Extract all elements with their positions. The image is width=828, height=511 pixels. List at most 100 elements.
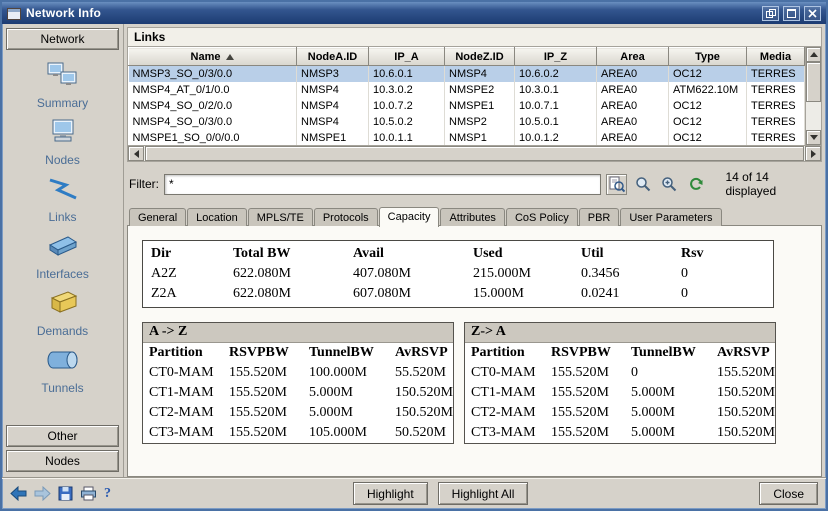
column-header-avrsvp: AvRSVP (711, 343, 775, 363)
back-icon[interactable] (10, 486, 27, 501)
cell: 155.520M (545, 363, 625, 383)
zoom-icon[interactable] (659, 174, 680, 195)
help-icon[interactable]: ? (104, 486, 111, 502)
sort-ascending-icon (226, 54, 234, 60)
partition-tables: A -> Z PartitionRSVPBWTunnelBWAvRSVP CT0… (142, 322, 809, 444)
highlight-button[interactable]: Highlight (353, 482, 428, 505)
cell: NMSP4_SO_0/3/0.0 (129, 114, 297, 130)
scroll-right-button[interactable] (805, 146, 821, 161)
network-button[interactable]: Network (6, 28, 119, 50)
summary-icon (46, 61, 80, 94)
print-icon[interactable] (80, 486, 97, 501)
links-icon (46, 175, 80, 208)
horizontal-scrollbar[interactable] (127, 146, 822, 162)
cell: 155.520M (545, 423, 625, 443)
cell: 622.080M (227, 284, 347, 304)
close-button[interactable]: Close (759, 482, 818, 505)
vertical-scrollbar-thumb[interactable] (806, 62, 821, 102)
sidebar-item-links[interactable]: Links (6, 175, 119, 224)
column-header-media[interactable]: Media (747, 48, 805, 66)
column-header-name[interactable]: Name (129, 48, 297, 66)
demands-icon (46, 289, 80, 322)
cell: 0 (675, 264, 771, 284)
column-header-avrsvp: AvRSVP (389, 343, 453, 363)
refresh-icon[interactable] (685, 174, 706, 195)
cell: 10.0.7.2 (369, 98, 445, 114)
column-header-nodez-id[interactable]: NodeZ.ID (445, 48, 515, 66)
cell: OC12 (669, 66, 747, 82)
cell: CT0-MAM (143, 363, 223, 383)
tab-cos-policy[interactable]: CoS Policy (506, 208, 578, 226)
sidebar-item-interfaces[interactable]: Interfaces (6, 232, 119, 281)
tunnels-icon (46, 346, 80, 379)
filter-input[interactable] (164, 174, 601, 195)
cell: 10.0.1.2 (515, 130, 597, 146)
cell: 155.520M (223, 383, 303, 403)
cell: 10.5.0.1 (515, 114, 597, 130)
tab-user-parameters[interactable]: User Parameters (620, 208, 721, 226)
column-header-util: Util (575, 244, 675, 264)
scroll-left-button[interactable] (128, 146, 144, 161)
cell: NMSP1 (445, 130, 515, 146)
link-row[interactable]: NMSPE1_SO_0/0/0.0NMSPE110.0.1.1NMSP110.0… (129, 130, 805, 146)
tab-pbr[interactable]: PBR (579, 208, 620, 226)
nodes-icon (46, 118, 80, 151)
scroll-up-button[interactable] (806, 47, 821, 62)
cell: 5.000M (303, 403, 389, 423)
cell: NMSPE1 (297, 130, 369, 146)
cell: Z2A (145, 284, 227, 304)
column-header-ip-a[interactable]: IP_A (369, 48, 445, 66)
links-panel-title: Links (127, 27, 822, 47)
column-header-area[interactable]: Area (597, 48, 669, 66)
tab-protocols[interactable]: Protocols (314, 208, 378, 226)
forward-icon[interactable] (34, 486, 51, 501)
column-header-rsvpbw: RSVPBW (545, 343, 625, 363)
cell: CT2-MAM (143, 403, 223, 423)
cell: 150.520M (389, 403, 453, 423)
preview-search-icon[interactable] (606, 174, 627, 195)
link-row[interactable]: NMSP4_SO_0/2/0.0NMSP410.0.7.2NMSPE110.0.… (129, 98, 805, 114)
cell: NMSP4 (297, 98, 369, 114)
tab-attributes[interactable]: Attributes (440, 208, 504, 226)
tab-bar: GeneralLocationMPLS/TEProtocolsCapacityA… (127, 205, 822, 226)
search-icon[interactable] (632, 174, 653, 195)
partition-row: CT3-MAM155.520M5.000M150.520M (465, 423, 775, 443)
link-row[interactable]: NMSP3_SO_0/3/0.0NMSP310.6.0.1NMSP410.6.0… (129, 66, 805, 82)
sidebar-item-label: Nodes (45, 153, 80, 167)
cell: 0.3456 (575, 264, 675, 284)
title-bar[interactable]: Network Info (2, 2, 826, 24)
column-header-ip-z[interactable]: IP_Z (515, 48, 597, 66)
close-icon[interactable] (804, 6, 821, 21)
detach-icon[interactable] (762, 6, 779, 21)
cell: A2Z (145, 264, 227, 284)
tab-mpls-te[interactable]: MPLS/TE (248, 208, 313, 226)
sidebar-item-nodes[interactable]: Nodes (6, 118, 119, 167)
za-header-row: PartitionRSVPBWTunnelBWAvRSVP (465, 343, 775, 363)
scroll-down-button[interactable] (806, 130, 821, 145)
maximize-icon[interactable] (783, 6, 800, 21)
cell: 150.520M (711, 423, 775, 443)
links-panel: Links NameNodeA.IDIP_ANodeZ.IDIP_ZAreaTy… (124, 24, 826, 477)
save-icon[interactable] (58, 486, 73, 501)
tab-capacity[interactable]: Capacity (379, 207, 440, 227)
filter-label: Filter: (129, 177, 159, 191)
column-header-avail: Avail (347, 244, 467, 264)
horizontal-scrollbar-thumb[interactable] (145, 146, 804, 161)
other-button[interactable]: Other (6, 425, 119, 447)
column-header-type[interactable]: Type (669, 48, 747, 66)
cell: 155.520M (223, 363, 303, 383)
link-row[interactable]: NMSP4_SO_0/3/0.0NMSP410.5.0.2NMSP210.5.0… (129, 114, 805, 130)
tab-location[interactable]: Location (187, 208, 247, 226)
sidebar-item-demands[interactable]: Demands (6, 289, 119, 338)
cell: NMSP4 (445, 66, 515, 82)
link-row[interactable]: NMSP4_AT_0/1/0.0NMSP410.3.0.2NMSPE210.3.… (129, 82, 805, 98)
vertical-scrollbar[interactable] (805, 47, 821, 145)
tab-general[interactable]: General (129, 208, 186, 226)
sidebar-item-summary[interactable]: Summary (6, 61, 119, 110)
highlight-all-button[interactable]: Highlight All (438, 482, 529, 505)
column-header-partition: Partition (143, 343, 223, 363)
sidebar-item-tunnels[interactable]: Tunnels (6, 346, 119, 395)
nodes-button[interactable]: Nodes (6, 450, 119, 472)
column-header-nodea-id[interactable]: NodeA.ID (297, 48, 369, 66)
cell: TERRES (747, 66, 805, 82)
